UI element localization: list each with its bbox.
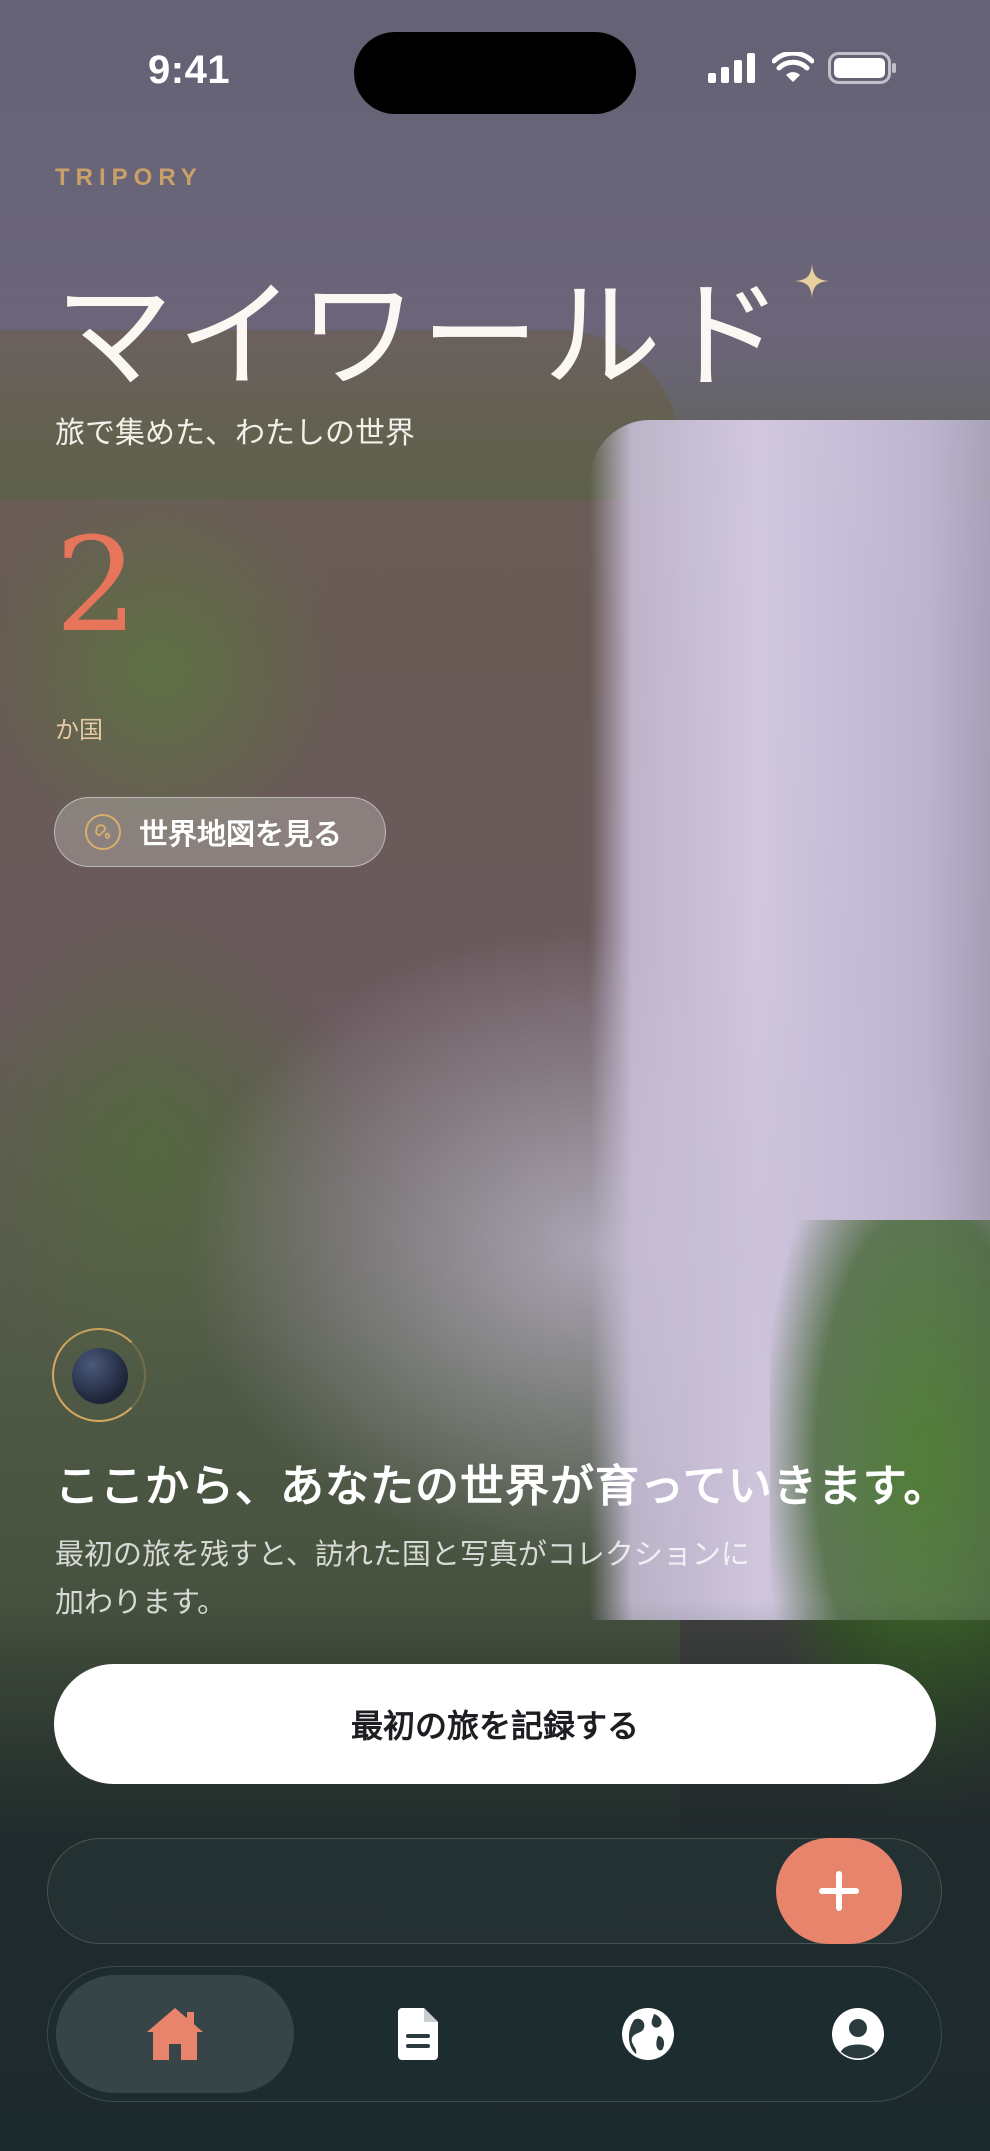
cellular-signal-icon bbox=[708, 53, 755, 83]
dynamic-island bbox=[354, 32, 636, 114]
world-map-icon bbox=[85, 814, 121, 850]
empty-state-description-line1: 最初の旅を残すと、訪れた国と写真がコレクションに bbox=[55, 1537, 750, 1571]
page-title: マイワールド bbox=[55, 267, 788, 405]
brand-label: TRIPORY bbox=[55, 164, 203, 191]
home-icon bbox=[147, 2008, 203, 2060]
country-count-unit: か国 bbox=[55, 716, 103, 744]
view-world-map-label: 世界地図を見る bbox=[139, 817, 343, 851]
page-subtitle: 旅で集めた、わたしの世界 bbox=[55, 416, 415, 451]
tab-bar bbox=[47, 1966, 942, 2102]
add-trip-button[interactable] bbox=[776, 1838, 902, 1944]
globe-icon bbox=[622, 2008, 674, 2060]
tab-profile[interactable] bbox=[778, 1975, 938, 2093]
country-count: 2 bbox=[55, 509, 138, 661]
document-icon bbox=[398, 2008, 438, 2060]
globe-illustration bbox=[52, 1328, 146, 1422]
profile-icon bbox=[832, 2008, 884, 2060]
empty-state-description-line2: 加わります。 bbox=[55, 1585, 227, 1619]
status-time: 9:41 bbox=[148, 48, 231, 92]
tab-world[interactable] bbox=[568, 1975, 728, 2093]
status-icons bbox=[708, 52, 898, 84]
sparkle-icon bbox=[795, 264, 829, 298]
battery-icon bbox=[828, 52, 896, 84]
empty-state-title: ここから、あなたの世界が育っていきます。 bbox=[55, 1461, 949, 1512]
view-world-map-button[interactable]: 世界地図を見る bbox=[54, 797, 386, 867]
record-first-trip-button[interactable]: 最初の旅を記録する bbox=[54, 1664, 936, 1784]
empty-state-description: 最初の旅を残すと、訪れた国と写真がコレクションに 加わります。 bbox=[55, 1530, 855, 1626]
wifi-icon bbox=[772, 52, 814, 82]
plus-icon bbox=[819, 1871, 859, 1911]
tab-records[interactable] bbox=[338, 1975, 498, 2093]
tab-home[interactable] bbox=[56, 1975, 294, 2093]
